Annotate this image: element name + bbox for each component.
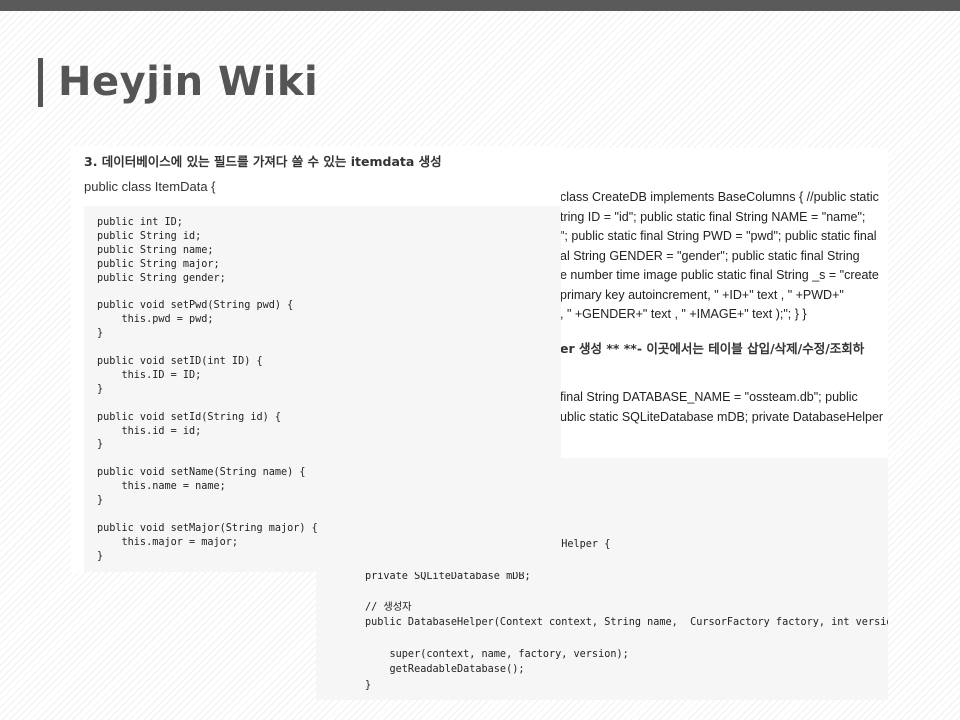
screenshot-itemdata: 3. 데이터베이스에 있는 필드를 가져다 쓸 수 있는 itemdata 생성… [71, 146, 561, 572]
top-bar [0, 0, 960, 11]
code-line: public String major; [97, 258, 220, 270]
code-line: public int ID; [97, 217, 183, 228]
itemdata-code-block: public int ID; public String id; public St… [84, 206, 561, 572]
code-line: public String gender; [97, 272, 226, 284]
code-line: public DatabaseHelper(Context context, S… [365, 617, 888, 629]
code-line: public String id; [97, 230, 202, 242]
code-line: super(context, name, factory, version); [365, 648, 629, 660]
code-line: } [97, 550, 104, 562]
code-line: this.id = id; [97, 425, 202, 437]
code-line: this.ID = ID; [97, 369, 202, 381]
code-line: // 생성자 [365, 601, 412, 613]
code-line: } [365, 679, 372, 691]
code-line: } [97, 328, 104, 340]
code-line: public void setID(int ID) { [97, 356, 263, 367]
code-line: public void setName(String name) { [97, 467, 306, 479]
slide-title: Heyjin Wiki [58, 59, 319, 105]
code-line: } [97, 439, 104, 451]
code-line: public void setMajor(String major) { [97, 522, 318, 534]
itemdata-heading: 3. 데이터베이스에 있는 필드를 가져다 쓸 수 있는 itemdata 생성 [84, 154, 442, 169]
code-line: getReadableDatabase(); [365, 664, 525, 676]
code-line: this.name = name; [97, 481, 226, 493]
code-line: public String name; [97, 244, 214, 256]
code-line: public void setPwd(String pwd) { [97, 300, 294, 312]
code-line: this.pwd = pwd; [97, 314, 214, 326]
createdb-heading: er 생성 ** **- 이곳에서는 테이블 삽입/삭제/수정/조회하 [560, 341, 865, 356]
code-line: public void setId(String id) { [97, 411, 282, 423]
title-accent-bar [38, 58, 43, 107]
code-line: } [97, 495, 104, 506]
code-line: } [97, 383, 104, 395]
itemdata-class-declaration: public class ItemData { [84, 179, 216, 194]
code-line: this.major = major; [97, 536, 239, 548]
